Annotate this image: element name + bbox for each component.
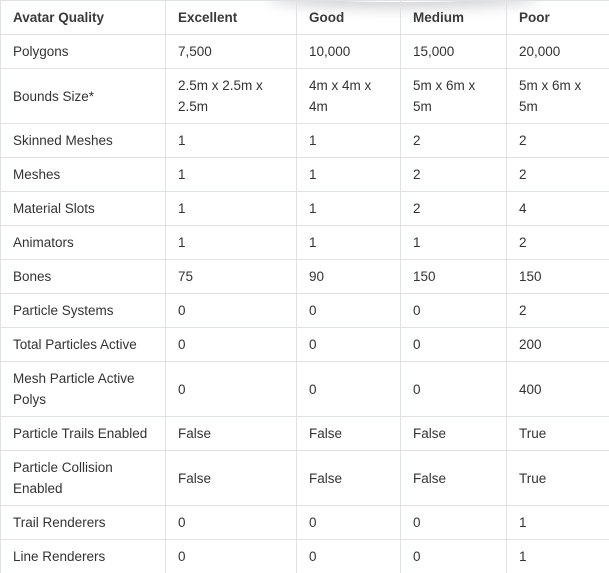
row-label-cell: Skinned Meshes [0,123,166,158]
value-cell: 1 [506,505,609,540]
value-cell: 5m x 6m x 5m [400,68,507,124]
avatar-quality-table: Avatar Quality Excellent Good Medium Poo… [0,0,609,573]
value-cell: 0 [296,505,401,540]
value-cell: 4 [506,191,609,226]
value-cell: 5m x 6m x 5m [506,68,609,124]
value-cell: 0 [400,327,507,362]
value-cell: False [165,450,297,506]
table-row: Particle Trails Enabled False False False Tr… [0,416,609,451]
row-label-cell: Line Renderers [0,539,166,573]
value-cell: 0 [400,539,507,573]
row-label-cell: Particle Collision Enabled [0,450,166,506]
value-cell: 0 [165,327,297,362]
row-label-cell: Material Slots [0,191,166,226]
header-cell: Poor [506,0,609,35]
value-cell: 0 [165,293,297,328]
table-row: Line Renderers 0 0 0 1 [0,539,609,573]
value-cell: 0 [400,293,507,328]
avatar-quality-table-container: Avatar Quality Excellent Good Medium Poo… [0,0,609,573]
value-cell: 0 [400,505,507,540]
value-cell: 2 [506,225,609,260]
header-cell: Avatar Quality [0,0,166,35]
value-cell: 2 [400,157,507,192]
table-row: Particle Collision Enabled False False Fals… [0,450,609,506]
value-cell: 0 [296,361,401,417]
header-cell: Excellent [165,0,297,35]
value-cell: False [400,416,507,451]
value-cell: 90 [296,259,401,294]
value-cell: 1 [400,225,507,260]
value-cell: 7,500 [165,34,297,69]
header-cell: Medium [400,0,507,35]
header-cell: Good [296,0,401,35]
value-cell: 10,000 [296,34,401,69]
value-cell: 1 [506,539,609,573]
value-cell: 0 [165,361,297,417]
value-cell: False [400,450,507,506]
value-cell: 1 [296,225,401,260]
value-cell: 4m x 4m x 4m [296,68,401,124]
value-cell: 1 [296,123,401,158]
table-row: Skinned Meshes 1 1 2 2 [0,123,609,158]
row-label-cell: Meshes [0,157,166,192]
table-row: Polygons 7,500 10,000 15,000 20,000 [0,34,609,69]
value-cell: 0 [165,505,297,540]
table-row: Mesh Particle Active Polys 0 0 0 400 [0,361,609,417]
value-cell: 150 [506,259,609,294]
value-cell: 0 [296,327,401,362]
value-cell: 1 [165,123,297,158]
value-cell: False [296,416,401,451]
value-cell: 200 [506,327,609,362]
table-row: Bounds Size* 2.5m x 2.5m x 2.5m 4m x 4m x … [0,68,609,124]
value-cell: 1 [165,157,297,192]
row-label-cell: Trail Renderers [0,505,166,540]
table-row: Material Slots 1 1 2 4 [0,191,609,226]
row-label-cell: Particle Trails Enabled [0,416,166,451]
row-label-cell: Bones [0,259,166,294]
table-row: Trail Renderers 0 0 0 1 [0,505,609,540]
value-cell: 400 [506,361,609,417]
value-cell: 1 [165,191,297,226]
value-cell: 1 [296,157,401,192]
table-row: Particle Systems 0 0 0 2 [0,293,609,328]
value-cell: True [506,450,609,506]
row-label-cell: Mesh Particle Active Polys [0,361,166,417]
row-label-cell: Polygons [0,34,166,69]
table-row: Bones 75 90 150 150 [0,259,609,294]
value-cell: False [165,416,297,451]
value-cell: 2 [506,123,609,158]
row-label-cell: Total Particles Active [0,327,166,362]
table-row: Meshes 1 1 2 2 [0,157,609,192]
value-cell: 75 [165,259,297,294]
row-label-cell: Bounds Size* [0,68,166,124]
value-cell: 150 [400,259,507,294]
value-cell: 0 [165,539,297,573]
value-cell: 0 [400,361,507,417]
table-body: Polygons 7,500 10,000 15,000 20,000 Bounds Si… [0,34,609,573]
table-row: Animators 1 1 1 2 [0,225,609,260]
value-cell: 2 [400,191,507,226]
table-header-row: Avatar Quality Excellent Good Medium Poo… [0,0,609,35]
value-cell: 15,000 [400,34,507,69]
value-cell: 2.5m x 2.5m x 2.5m [165,68,297,124]
value-cell: 2 [400,123,507,158]
value-cell: 1 [165,225,297,260]
value-cell: 0 [296,539,401,573]
value-cell: 0 [296,293,401,328]
value-cell: False [296,450,401,506]
value-cell: 20,000 [506,34,609,69]
row-label-cell: Particle Systems [0,293,166,328]
value-cell: 1 [296,191,401,226]
row-label-cell: Animators [0,225,166,260]
value-cell: True [506,416,609,451]
value-cell: 2 [506,157,609,192]
table-row: Total Particles Active 0 0 0 200 [0,327,609,362]
value-cell: 2 [506,293,609,328]
